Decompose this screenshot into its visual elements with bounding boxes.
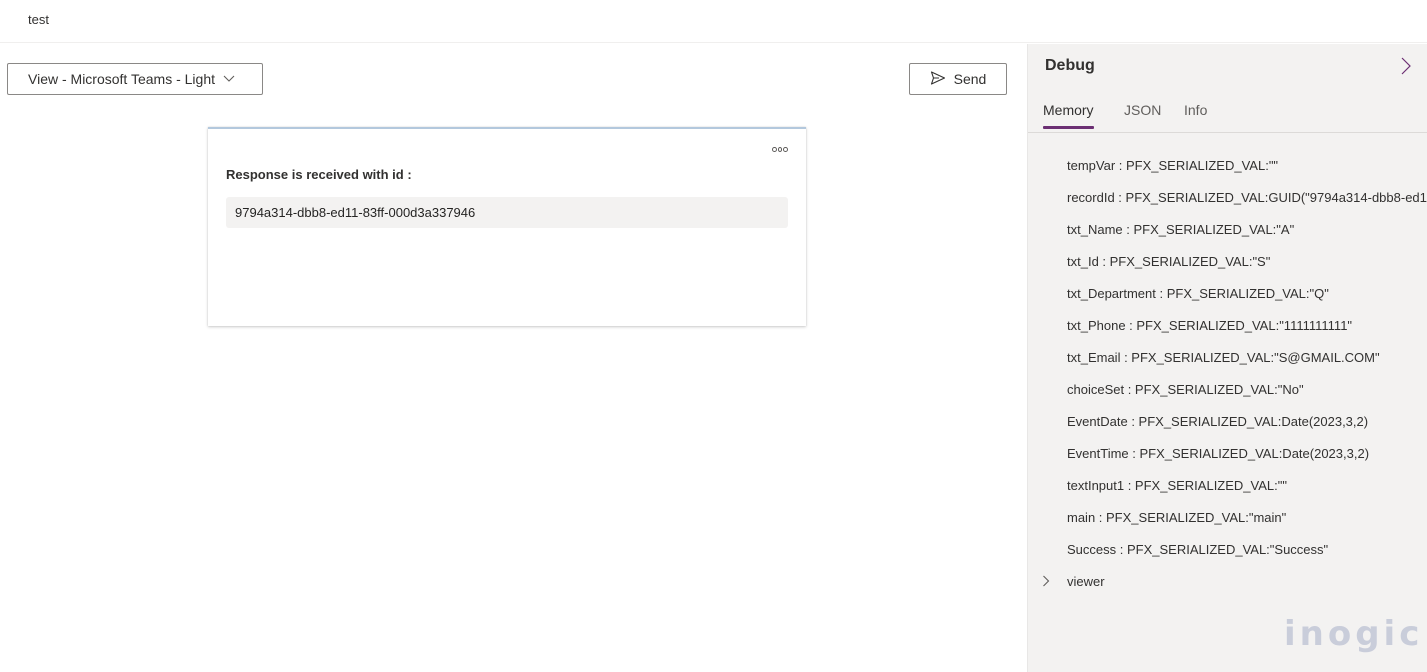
- app-title: test: [28, 12, 49, 27]
- response-label: Response is received with id :: [226, 167, 412, 182]
- memory-item: tempVar : PFX_SERIALIZED_VAL:"": [1067, 157, 1279, 173]
- view-theme-dropdown[interactable]: View - Microsoft Teams - Light: [7, 63, 263, 95]
- memory-list: tempVar : PFX_SERIALIZED_VAL:"" recordId…: [1028, 149, 1427, 597]
- memory-item: txt_Phone : PFX_SERIALIZED_VAL:"11111111…: [1067, 317, 1353, 333]
- memory-item: txt_Name : PFX_SERIALIZED_VAL:"A": [1067, 221, 1295, 237]
- memory-item: choiceSet : PFX_SERIALIZED_VAL:"No": [1067, 381, 1304, 397]
- memory-item: recordId : PFX_SERIALIZED_VAL:GUID("9794…: [1067, 189, 1427, 205]
- memory-item: Success : PFX_SERIALIZED_VAL:"Success": [1067, 541, 1329, 557]
- send-button[interactable]: Send: [909, 63, 1007, 95]
- memory-item: txt_Id : PFX_SERIALIZED_VAL:"S": [1067, 253, 1271, 269]
- chevron-right-icon: [1042, 575, 1054, 587]
- designer-canvas: View - Microsoft Teams - Light Send Resp…: [0, 44, 1027, 672]
- tab-json[interactable]: JSON: [1124, 102, 1161, 128]
- chevron-right-icon[interactable]: [1399, 57, 1413, 75]
- more-options-icon[interactable]: [772, 145, 789, 153]
- tab-info[interactable]: Info: [1184, 102, 1207, 128]
- tab-memory[interactable]: Memory: [1043, 102, 1094, 129]
- memory-item: main : PFX_SERIALIZED_VAL:"main": [1067, 509, 1287, 525]
- memory-item: txt_Email : PFX_SERIALIZED_VAL:"S@GMAIL.…: [1067, 349, 1380, 365]
- view-theme-label: View - Microsoft Teams - Light: [28, 71, 215, 87]
- send-label: Send: [953, 71, 987, 87]
- record-id-field[interactable]: 9794a314-dbb8-ed11-83ff-000d3a337946: [226, 197, 788, 228]
- debug-title: Debug: [1045, 57, 1095, 74]
- chevron-down-icon: [223, 73, 235, 85]
- top-bar: test: [0, 0, 1427, 43]
- memory-item: EventDate : PFX_SERIALIZED_VAL:Date(2023…: [1067, 413, 1369, 429]
- watermark-logo: inogic: [1284, 614, 1424, 654]
- memory-item: EventTime : PFX_SERIALIZED_VAL:Date(2023…: [1067, 445, 1370, 461]
- viewer-label: viewer: [1067, 573, 1105, 589]
- send-icon: [930, 70, 946, 88]
- debug-panel: Debug Memory JSON Info tempVar : PFX_SER…: [1027, 44, 1427, 672]
- debug-tabs: Memory JSON Info: [1028, 96, 1427, 133]
- memory-item: txt_Department : PFX_SERIALIZED_VAL:"Q": [1067, 285, 1329, 301]
- memory-item: textInput1 : PFX_SERIALIZED_VAL:"": [1067, 477, 1287, 493]
- memory-item-viewer[interactable]: viewer: [1028, 565, 1427, 597]
- adaptive-card-preview: Response is received with id : 9794a314-…: [208, 127, 806, 326]
